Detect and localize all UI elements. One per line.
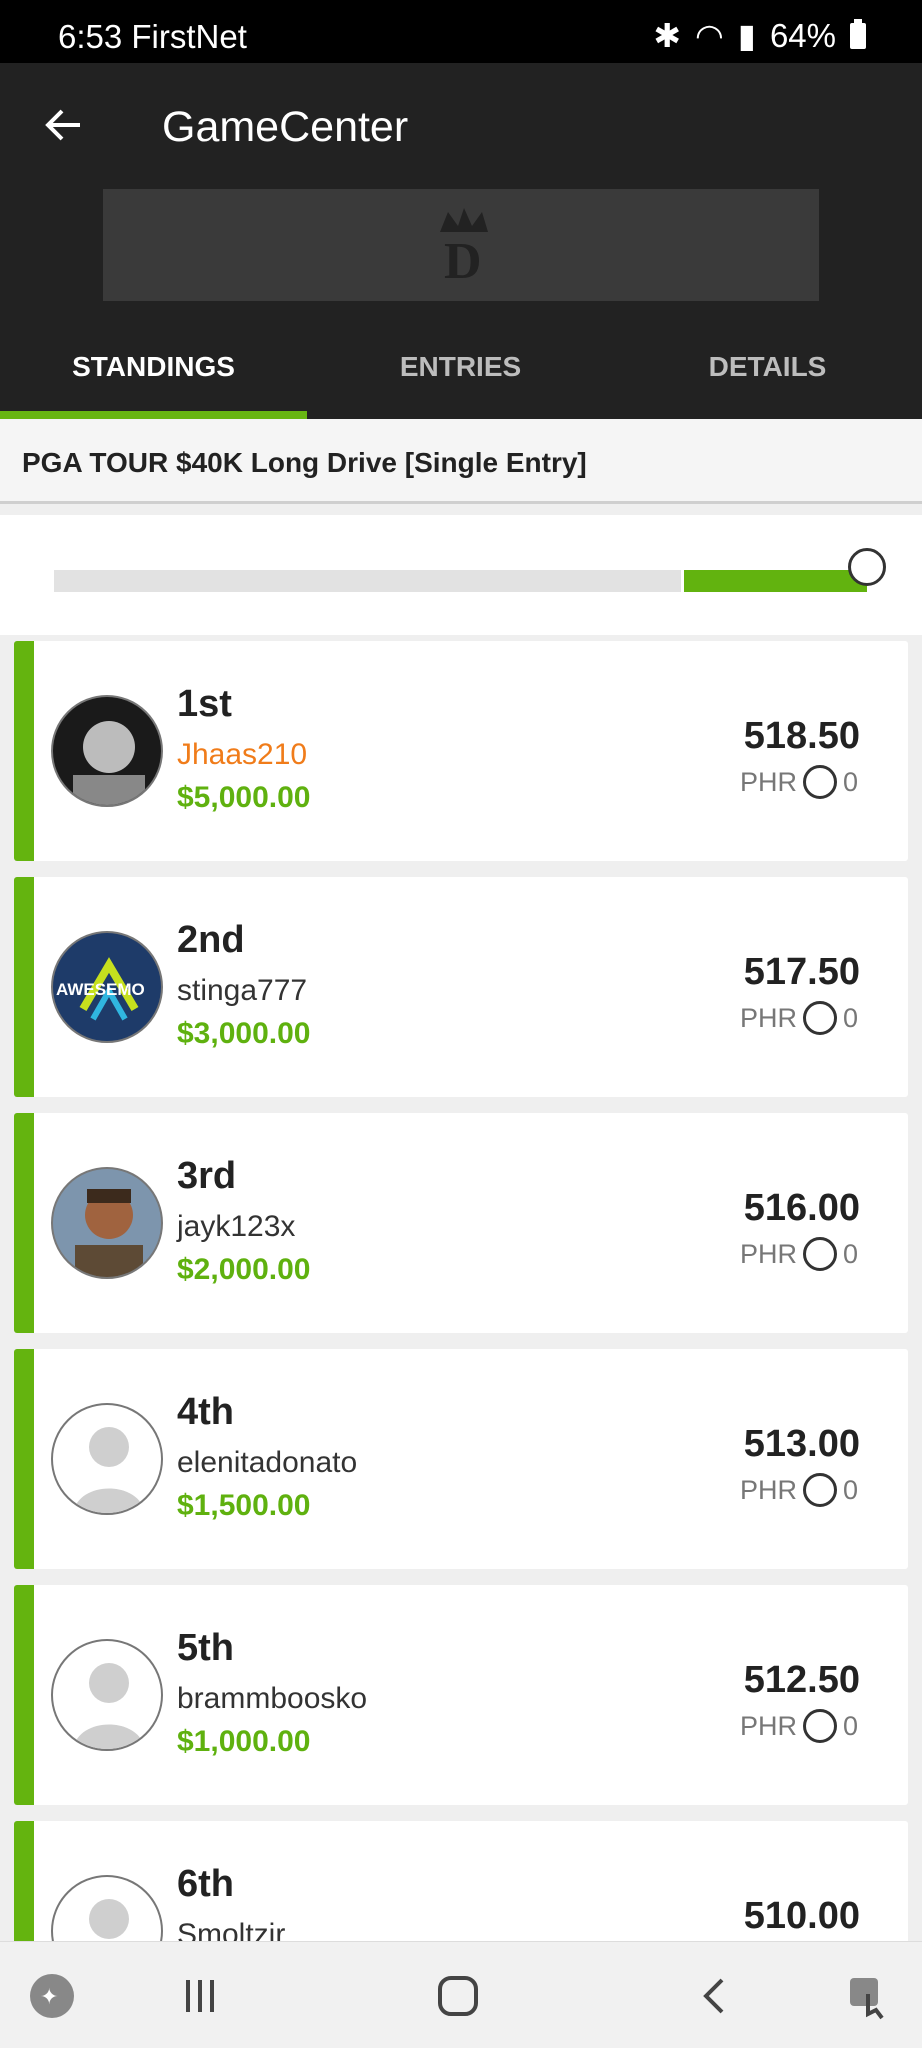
default-avatar-icon xyxy=(51,1639,163,1751)
default-avatar-icon xyxy=(51,1403,163,1515)
phr-ring-icon xyxy=(802,1709,837,1743)
battery-icon xyxy=(850,18,866,49)
phr-label: PHR xyxy=(739,1002,797,1033)
fantasy-points: 516.00 xyxy=(743,1187,860,1229)
fantasy-points: 512.50 xyxy=(743,1659,860,1701)
phr-label: PHR xyxy=(739,1474,797,1505)
username[interactable]: elenitadonato xyxy=(177,1446,357,1480)
prize-amount: $1,000.00 xyxy=(177,1725,311,1758)
default-avatar-icon xyxy=(51,1875,163,1941)
phr-indicator: PHR 0 xyxy=(740,765,858,799)
avatar xyxy=(51,1167,163,1279)
username[interactable]: stinga777 xyxy=(177,974,307,1008)
slider-knob[interactable] xyxy=(848,548,886,586)
fantasy-points: 510.00 xyxy=(743,1895,860,1937)
phr-ring-icon xyxy=(802,1237,837,1271)
phr-indicator: PHR 0 xyxy=(740,1709,858,1743)
rank-label: 1st xyxy=(177,683,232,725)
standing-card[interactable]: 3rd jayk123x $2,000.00 516.00 PHR 0 xyxy=(14,1113,908,1333)
accessibility-touch-icon[interactable] xyxy=(846,1972,894,2020)
tab-standings[interactable]: STANDINGS xyxy=(0,333,307,419)
rank-label: 4th xyxy=(177,1391,234,1433)
battery-label: 64% xyxy=(769,16,836,54)
prize-amount: $3,000.00 xyxy=(177,1017,311,1050)
standing-card[interactable]: 6th Smoltzir 510.00 xyxy=(14,1821,908,1941)
avatar xyxy=(51,695,163,807)
system-nav-bar: ✦ xyxy=(0,1941,922,2048)
rank-label: 5th xyxy=(177,1627,234,1669)
app-bar: GameCenter D STANDINGS ENTRIES DETAILS xyxy=(0,63,922,419)
wifi-icon: ◠ xyxy=(694,17,724,54)
page-title: GameCenter xyxy=(162,103,409,151)
standing-card[interactable]: 5th brammboosko $1,000.00 512.50 PHR 0 xyxy=(14,1585,908,1805)
status-icons: ✱ ◠ ▮ 64% xyxy=(653,16,866,55)
rank-label: 3rd xyxy=(177,1155,237,1197)
back-nav-icon[interactable] xyxy=(692,1972,740,2020)
prize-amount: $1,500.00 xyxy=(177,1489,311,1522)
phr-ring-icon xyxy=(802,765,837,799)
phr-value: 0 xyxy=(842,1002,858,1033)
svg-text:✦: ✦ xyxy=(40,1985,58,2010)
username[interactable]: brammboosko xyxy=(177,1682,367,1716)
standings-list: 1st Jhaas210 $5,000.00 518.50 PHR 0 AWES… xyxy=(14,641,908,1941)
signal-icon: ▮ xyxy=(737,17,756,54)
draftkings-crown-logo: D xyxy=(440,208,488,288)
slider-track xyxy=(54,570,681,592)
username[interactable]: jayk123x xyxy=(177,1210,295,1244)
phr-value: 0 xyxy=(842,1710,858,1741)
back-arrow-icon[interactable] xyxy=(40,103,84,147)
phr-ring-icon xyxy=(802,1473,837,1507)
fantasy-points: 517.50 xyxy=(743,951,860,993)
status-bar: 6:53 FirstNet ✱ ◠ ▮ 64% xyxy=(0,0,922,63)
phr-label: PHR xyxy=(739,1710,797,1741)
phr-value: 0 xyxy=(842,766,858,797)
phr-value: 0 xyxy=(842,1238,858,1269)
contest-banner: D xyxy=(103,189,819,301)
fantasy-points: 513.00 xyxy=(743,1423,860,1465)
recent-apps-icon[interactable] xyxy=(176,1972,224,2020)
prize-amount: $5,000.00 xyxy=(177,781,311,814)
standing-card[interactable]: 1st Jhaas210 $5,000.00 518.50 PHR 0 xyxy=(14,641,908,861)
standings-slider[interactable] xyxy=(0,515,922,635)
phr-ring-icon xyxy=(802,1001,837,1035)
fantasy-points: 518.50 xyxy=(743,715,860,757)
game-launcher-icon[interactable]: ✦ xyxy=(28,1972,76,2020)
bluetooth-icon: ✱ xyxy=(653,17,681,54)
phr-label: PHR xyxy=(739,766,797,797)
svg-text:D: D xyxy=(444,233,482,288)
tab-bar: STANDINGS ENTRIES DETAILS xyxy=(0,333,922,419)
home-icon[interactable] xyxy=(434,1972,482,2020)
avatar-logo-text: AWESEMO xyxy=(56,980,145,999)
phr-indicator: PHR 0 xyxy=(740,1001,858,1035)
avatar: AWESEMO xyxy=(51,931,163,1043)
tab-entries[interactable]: ENTRIES xyxy=(307,333,614,419)
rank-label: 2nd xyxy=(177,919,245,961)
slider-fill xyxy=(684,570,867,592)
phr-value: 0 xyxy=(842,1474,858,1505)
username[interactable]: Jhaas210 xyxy=(177,738,307,772)
prize-amount: $2,000.00 xyxy=(177,1253,311,1286)
standing-card[interactable]: 4th elenitadonato $1,500.00 513.00 PHR 0 xyxy=(14,1349,908,1569)
username[interactable]: Smoltzir xyxy=(177,1918,285,1941)
contest-name: PGA TOUR $40K Long Drive [Single Entry] xyxy=(0,419,922,504)
standing-card[interactable]: AWESEMO 2nd stinga777 $3,000.00 517.50 P… xyxy=(14,877,908,1097)
rank-label: 6th xyxy=(177,1863,234,1905)
status-time: 6:53 FirstNet xyxy=(58,18,247,55)
phr-label: PHR xyxy=(739,1238,797,1269)
phr-indicator: PHR 0 xyxy=(740,1237,858,1271)
phr-indicator: PHR 0 xyxy=(740,1473,858,1507)
tab-details[interactable]: DETAILS xyxy=(614,333,921,419)
